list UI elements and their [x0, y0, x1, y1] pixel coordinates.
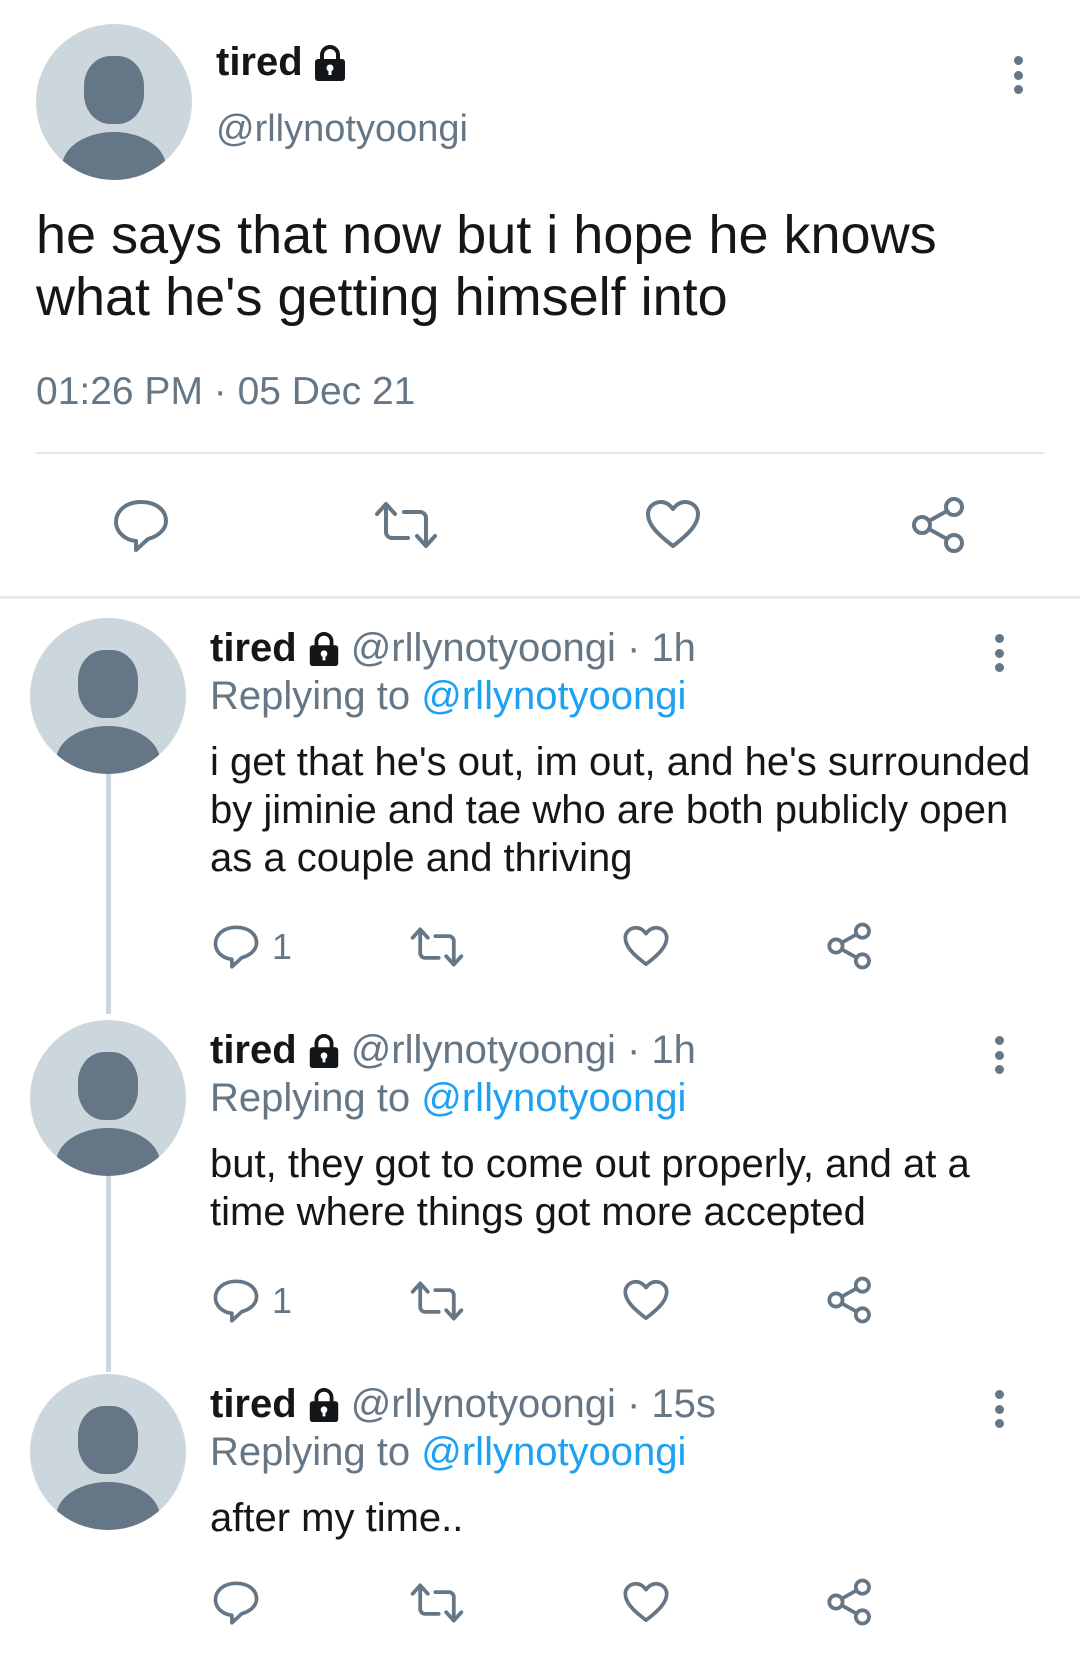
replying-to: Replying to @rllynotyoongi: [210, 1430, 686, 1475]
tweet-text: after my time..: [210, 1496, 464, 1540]
tweet-text: he says that now but i hope he knows wha…: [36, 205, 937, 327]
heart-icon[interactable]: [622, 1580, 670, 1624]
share-icon[interactable]: [910, 496, 968, 554]
lock-icon: [307, 1033, 341, 1069]
reply-header: tired @rllynotyoongi · 1h: [210, 1028, 696, 1073]
heart-icon[interactable]: [644, 498, 702, 550]
section-divider: [0, 596, 1080, 599]
avatar[interactable]: [30, 618, 186, 774]
reply-tweet[interactable]: tired @rllynotyoongi · 15s Replying to @…: [0, 1374, 1080, 1644]
retweet-icon[interactable]: [410, 1280, 464, 1322]
replying-prefix: Replying to: [210, 1076, 411, 1120]
avatar-body: [56, 1482, 160, 1530]
avatar[interactable]: [36, 24, 192, 180]
reply-header: tired @rllynotyoongi · 1h: [210, 626, 696, 671]
tweet-text: i get that he's out, im out, and he's su…: [210, 740, 1031, 880]
avatar-head: [84, 56, 144, 124]
tweet-text: but, they got to come out properly, and …: [210, 1142, 970, 1234]
share-icon[interactable]: [826, 1276, 874, 1324]
retweet-icon[interactable]: [410, 1582, 464, 1624]
reply-header: tired @rllynotyoongi · 15s: [210, 1382, 716, 1427]
timestamp[interactable]: 01:26 PM · 05 Dec 21: [36, 370, 415, 414]
handle[interactable]: @rllynotyoongi: [216, 108, 468, 151]
main-tweet: tired @rllynotyoongi he says that now bu…: [0, 0, 1080, 596]
more-vertical-icon[interactable]: [993, 1036, 1005, 1074]
replying-to: Replying to @rllynotyoongi: [210, 1076, 686, 1121]
share-icon[interactable]: [826, 1578, 874, 1626]
reply-bubble-icon[interactable]: [212, 924, 260, 970]
avatar-head: [78, 650, 138, 718]
handle-time[interactable]: @rllynotyoongi · 1h: [351, 1028, 696, 1073]
action-bar: [0, 1574, 1080, 1634]
retweet-icon[interactable]: [410, 926, 464, 968]
heart-icon[interactable]: [622, 1278, 670, 1322]
reply-tweet[interactable]: tired @rllynotyoongi · 1h Replying to @r…: [0, 1020, 1080, 1360]
reply-count: 1: [272, 1280, 293, 1321]
mention-link[interactable]: @rllynotyoongi: [421, 1076, 686, 1120]
replying-prefix: Replying to: [210, 674, 411, 718]
retweet-icon[interactable]: [374, 500, 438, 550]
avatar[interactable]: [30, 1374, 186, 1530]
reply-count: 1: [272, 926, 293, 967]
display-name[interactable]: tired: [216, 40, 303, 85]
display-name[interactable]: tired: [210, 626, 297, 671]
share-icon[interactable]: [826, 922, 874, 970]
avatar[interactable]: [30, 1020, 186, 1176]
mention-link[interactable]: @rllynotyoongi: [421, 674, 686, 718]
replying-prefix: Replying to: [210, 1430, 411, 1474]
reply-tweet[interactable]: tired @rllynotyoongi · 1h Replying to @r…: [0, 618, 1080, 998]
divider: [36, 452, 1044, 454]
reply-bubble-icon[interactable]: [212, 1580, 260, 1626]
avatar-body: [56, 726, 160, 774]
action-bar: [0, 490, 1080, 562]
display-name[interactable]: tired: [210, 1028, 297, 1073]
action-bar: 1: [0, 918, 1080, 978]
more-vertical-icon[interactable]: [1012, 56, 1024, 94]
author-row: tired: [216, 40, 347, 85]
reply-bubble-icon[interactable]: [212, 1278, 260, 1324]
handle-time[interactable]: @rllynotyoongi · 15s: [351, 1382, 716, 1427]
display-name[interactable]: tired: [210, 1382, 297, 1427]
lock-icon: [313, 44, 347, 82]
replying-to: Replying to @rllynotyoongi: [210, 674, 686, 719]
avatar-body: [62, 132, 166, 180]
action-bar: 1: [0, 1272, 1080, 1332]
heart-icon[interactable]: [622, 924, 670, 968]
avatar-head: [78, 1406, 138, 1474]
more-vertical-icon[interactable]: [993, 634, 1005, 672]
more-vertical-icon[interactable]: [993, 1390, 1005, 1428]
lock-icon: [307, 1387, 341, 1423]
avatar-head: [78, 1052, 138, 1120]
mention-link[interactable]: @rllynotyoongi: [421, 1430, 686, 1474]
lock-icon: [307, 631, 341, 667]
reply-bubble-icon[interactable]: [112, 498, 170, 554]
handle-time[interactable]: @rllynotyoongi · 1h: [351, 626, 696, 671]
avatar-body: [56, 1128, 160, 1176]
